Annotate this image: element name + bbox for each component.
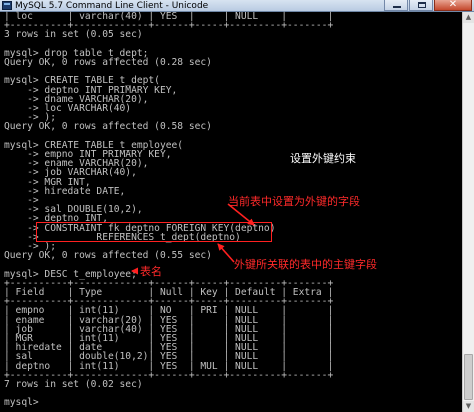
vertical-scrollbar[interactable]: ▲ ▼ xyxy=(462,12,474,412)
annotation-referenced-pk-field: 外键所关联的表中的主键字段 xyxy=(234,258,377,271)
annotation-current-fk-field: 当前表中设置为外键的字段 xyxy=(228,195,360,208)
console-line: mysql> xyxy=(4,397,39,409)
console-line: Query OK, 0 rows affected (0.58 sec) xyxy=(4,121,212,133)
scroll-up-arrow-icon[interactable]: ▲ xyxy=(463,12,474,23)
window-controls: ✕ xyxy=(384,0,472,11)
scrollbar-thumb[interactable] xyxy=(464,354,473,400)
annotation-set-fk-constraint: 设置外键约束 xyxy=(290,152,356,165)
minimize-button[interactable] xyxy=(384,0,408,11)
minimize-icon xyxy=(393,6,401,8)
close-button[interactable]: ✕ xyxy=(434,0,472,11)
maximize-button[interactable] xyxy=(409,0,433,11)
console-line: 3 rows in set (0.05 sec) xyxy=(4,29,143,41)
console-line: Query OK, 0 rows affected (0.55 sec) xyxy=(4,250,212,262)
constraint-highlight-box xyxy=(36,222,272,242)
console-output[interactable]: | loc | varchar(40) | YES | | NULL | | +-… xyxy=(0,12,462,412)
annotation-table-name: 表名 xyxy=(140,265,162,278)
maximize-icon xyxy=(418,2,426,8)
close-icon: ✕ xyxy=(448,0,458,10)
scroll-down-arrow-icon[interactable]: ▼ xyxy=(463,401,474,412)
console-line: Query OK, 0 rows affected (0.28 sec) xyxy=(4,57,212,68)
console-line: 7 rows in set (0.02 sec) xyxy=(4,379,143,390)
mysql-app-icon xyxy=(2,1,12,10)
